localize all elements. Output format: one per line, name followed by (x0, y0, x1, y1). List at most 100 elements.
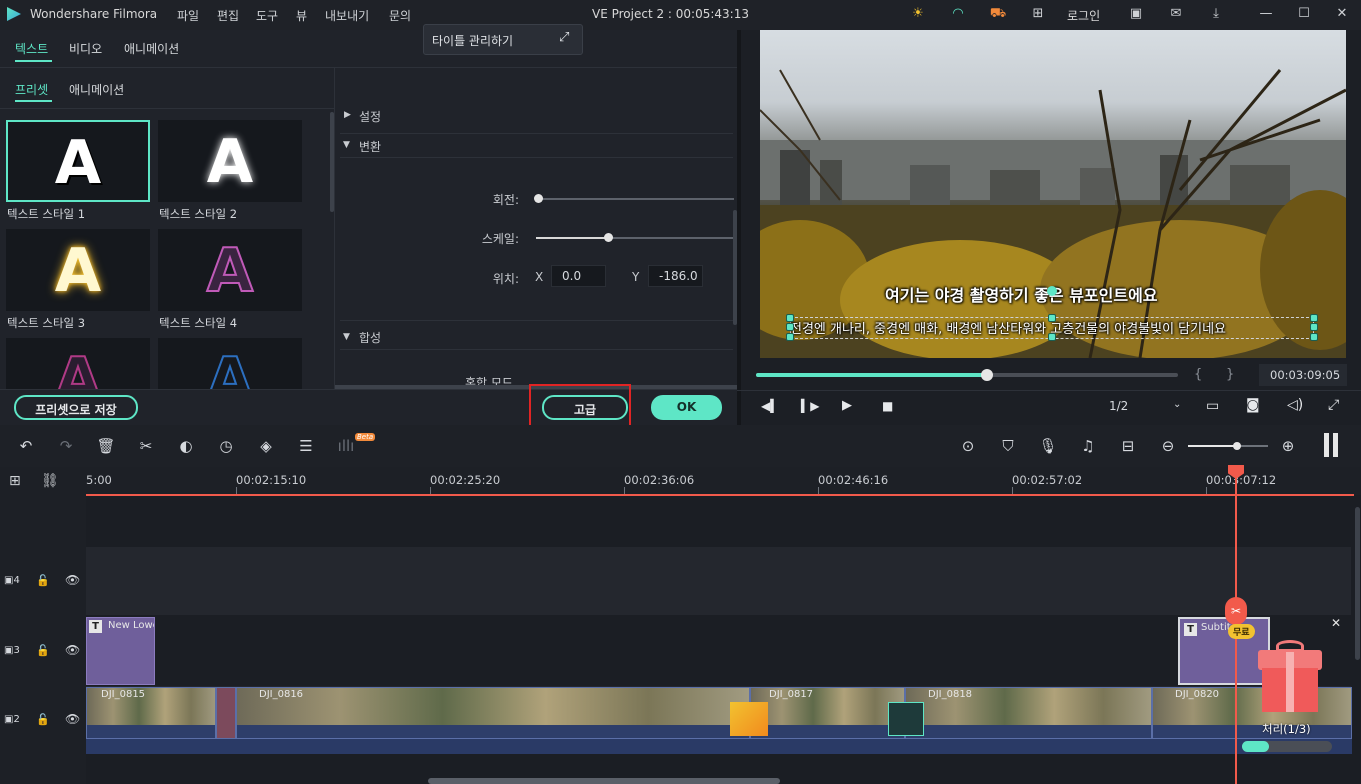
lock-icon[interactable]: 🔓 (36, 574, 50, 587)
adjust-icon[interactable]: ☰ (295, 435, 317, 457)
track-3[interactable] (86, 616, 1351, 686)
mail-icon[interactable]: ✉ (1166, 6, 1186, 21)
stop-icon[interactable]: ■ (882, 399, 893, 413)
subtab-animation[interactable]: 애니메이션 (69, 81, 124, 98)
advanced-button[interactable]: 고급 (542, 395, 628, 420)
title-manager-button[interactable]: 타이틀 관리하기 ⤢ (423, 24, 583, 55)
snapshot-icon[interactable]: ◙ (1246, 397, 1260, 413)
color-icon[interactable]: ◐ (175, 435, 197, 457)
resize-handle[interactable] (1310, 333, 1318, 341)
menu-tools[interactable]: 도구 (256, 7, 278, 24)
transition-thumbnail[interactable] (888, 702, 924, 736)
preset-tile-5[interactable]: A (6, 338, 150, 390)
pause-icon[interactable] (1324, 433, 1329, 457)
expand-arrow-icon[interactable]: ▶ (344, 110, 351, 120)
resize-handle[interactable] (786, 323, 794, 331)
eye-icon[interactable]: 👁 (65, 712, 80, 726)
menu-edit[interactable]: 편집 (217, 7, 239, 24)
speed-icon[interactable]: ◷ (215, 435, 237, 457)
resize-handle[interactable] (786, 333, 794, 341)
menu-help[interactable]: 문의 (389, 7, 411, 24)
scale-slider-knob[interactable] (604, 233, 613, 242)
menu-view[interactable]: 뷰 (296, 7, 307, 24)
save-icon[interactable]: ▣ (1126, 6, 1146, 21)
zoom-slider-knob[interactable] (1233, 442, 1241, 450)
undo-icon[interactable]: ↶ (15, 435, 37, 457)
preset-tile-2[interactable]: A (158, 120, 302, 202)
monitor-icon[interactable]: ▭ (1206, 398, 1219, 414)
step-back-icon[interactable]: ◀▍ (761, 399, 779, 413)
gift-box-icon[interactable] (1254, 640, 1326, 712)
position-x-input[interactable]: 0.0 (551, 265, 606, 287)
zoom-out-icon[interactable]: ⊖ (1157, 435, 1179, 457)
section-settings[interactable]: 설정 (359, 108, 381, 125)
step-forward-icon[interactable]: ▍▶ (801, 399, 819, 413)
timeline-ruler[interactable]: 5:00 00:02:15:10 00:02:25:20 00:02:36:06… (86, 467, 1361, 495)
subtab-preset[interactable]: 프리셋 (15, 81, 48, 98)
caption-title[interactable]: 여기는 야경 촬영하기 좋은 뷰포인트에요 (885, 282, 1158, 306)
fit-icon[interactable]: ⊟ (1117, 435, 1139, 457)
lightbulb-icon[interactable]: ☀ (908, 6, 928, 21)
timeline-hscrollbar[interactable] (428, 778, 780, 784)
preset-scrollbar[interactable] (330, 112, 334, 212)
marker-icon[interactable]: ⛉ (997, 435, 1019, 457)
preset-tile-4[interactable]: A (158, 229, 302, 311)
resize-handle[interactable] (1310, 323, 1318, 331)
save-preset-button[interactable]: 프리셋으로 저장 (14, 395, 138, 420)
download-icon[interactable]: ⤓ (1206, 6, 1226, 21)
volume-icon[interactable]: ◁) (1287, 397, 1303, 413)
headset-icon[interactable]: ◠ (948, 6, 968, 21)
redo-icon[interactable]: ↷ (55, 435, 77, 457)
tab-text[interactable]: 텍스트 (15, 40, 48, 57)
eye-icon[interactable]: 👁 (65, 643, 80, 657)
link-icon[interactable]: ⛓ (41, 473, 59, 489)
tab-animation[interactable]: 애니메이션 (124, 40, 179, 57)
menu-file[interactable]: 파일 (177, 7, 199, 24)
rotate-handle[interactable] (1047, 286, 1057, 296)
preview-progress-knob[interactable] (981, 369, 993, 381)
title-clip[interactable]: T New Lowe (86, 617, 155, 685)
close-icon[interactable]: ✕ (1332, 6, 1352, 21)
rotate-slider[interactable] (536, 198, 734, 200)
delete-icon[interactable]: 🗑 (95, 435, 117, 457)
audio-mixer-icon[interactable]: ♫ (1077, 435, 1099, 457)
lock-icon[interactable]: 🔓 (36, 644, 50, 657)
zoom-in-icon[interactable]: ⊕ (1277, 435, 1299, 457)
ok-button[interactable]: OK (651, 395, 722, 420)
keyframe-icon[interactable]: ◈ (255, 435, 277, 457)
mark-out-button[interactable]: } (1226, 367, 1234, 382)
position-y-input[interactable]: -186.0 (648, 265, 703, 287)
quality-select[interactable]: 1/2 ⌄ (1098, 396, 1188, 418)
collapse-arrow-icon[interactable]: ▼ (343, 140, 350, 150)
preview-progress-track[interactable] (756, 373, 1178, 377)
rotate-slider-knob[interactable] (534, 194, 543, 203)
resize-handle[interactable] (786, 314, 794, 322)
audio-wave-icon[interactable]: ıllı (335, 435, 357, 457)
collapse-arrow-icon[interactable]: ▼ (343, 332, 350, 342)
fullscreen-icon[interactable]: ⤢ (1328, 397, 1339, 413)
resize-handle[interactable] (1310, 314, 1318, 322)
section-composite[interactable]: 합성 (359, 329, 381, 346)
video-preview[interactable]: 여기는 야경 촬영하기 좋은 뷰포인트에요 전경엔 개나리, 중경엔 매화, 배… (760, 30, 1346, 358)
section-transform[interactable]: 변환 (359, 138, 381, 155)
mark-in-button[interactable]: { (1194, 367, 1202, 382)
mic-icon[interactable]: 🎙 (1037, 435, 1059, 457)
play-icon[interactable]: ▶ (842, 398, 852, 413)
timeline-vscrollbar[interactable] (1355, 507, 1360, 660)
resize-handle[interactable] (1048, 333, 1056, 341)
add-track-icon[interactable]: ⊞ (9, 473, 21, 489)
track-4[interactable] (86, 547, 1351, 615)
maximize-icon[interactable]: ☐ (1294, 6, 1314, 21)
cut-icon[interactable]: ✂ (135, 435, 157, 457)
eye-icon[interactable]: 👁 (65, 573, 80, 587)
preset-tile-3[interactable]: A (6, 229, 150, 311)
gift-icon[interactable]: ⊞ (1028, 6, 1048, 21)
minimize-icon[interactable]: — (1256, 6, 1276, 21)
resize-handle[interactable] (1048, 314, 1056, 322)
cart-icon[interactable]: ⛟ (988, 6, 1008, 23)
promo-close-icon[interactable]: ✕ (1331, 616, 1341, 630)
login-button[interactable]: 로그인 (1067, 7, 1100, 24)
menu-export[interactable]: 내보내기 (325, 7, 369, 24)
scissors-icon[interactable]: ✂ (1225, 597, 1247, 625)
caption-subtitle[interactable]: 전경엔 개나리, 중경엔 매화, 배경엔 남산타워와 고층건물의 야경불빛이 담… (790, 318, 1226, 337)
